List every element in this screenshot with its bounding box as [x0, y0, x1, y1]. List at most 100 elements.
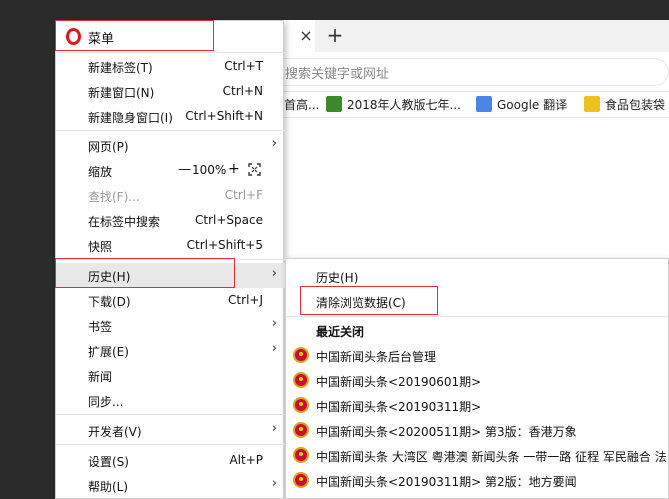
menu-item-new-private-window[interactable]: 新建隐身窗口(I) Ctrl+Shift+N [56, 104, 285, 129]
menu-divider [56, 259, 285, 260]
menu-item-shortcut: Ctrl+Shift+5 [186, 238, 263, 252]
bookmark-label: 2018年人教版七年... [347, 97, 461, 112]
menu-divider [56, 444, 285, 445]
menu-divider [56, 52, 285, 53]
chevron-right-icon: › [271, 341, 277, 356]
menu-divider [56, 130, 285, 131]
recent-item-label: 中国新闻头条<20200511期> 第3版：香港万象 [316, 425, 577, 439]
menu-item-label: 开发者(V) [88, 425, 142, 439]
recent-item[interactable]: 中国新闻头条<20190601期> [286, 368, 669, 393]
bookmark-label: 食品包装袋 [605, 97, 666, 112]
submenu-item-label: 历史(H) [316, 271, 359, 285]
menu-item-label: 查找(F)... [88, 190, 140, 204]
menu-item-new-window[interactable]: 新建窗口(N) Ctrl+N [56, 79, 285, 104]
menu-item-label: 下载(D) [88, 295, 131, 309]
menu-item-page[interactable]: 网页(P) › [56, 133, 285, 158]
menu-item-shortcut: Ctrl+T [224, 59, 263, 73]
menu-item-bookmarks[interactable]: 书签 › [56, 313, 285, 338]
menu-item-label: 新闻 [88, 370, 113, 384]
recent-item[interactable]: 中国新闻头条<20190311期> 第2版：地方要闻 [286, 468, 669, 493]
site-emblem-icon [293, 347, 309, 363]
tab-close-icon[interactable]: × [298, 26, 314, 46]
site-icon [584, 96, 600, 112]
submenu-item-label: 清除浏览数据(C) [316, 296, 406, 310]
zoom-in-button[interactable]: + [228, 161, 240, 177]
menu-item-shortcut: Alt+P [229, 453, 263, 467]
address-placeholder[interactable]: 搜索关键字或网址 [285, 63, 389, 82]
menu-item-label: 网页(P) [88, 140, 129, 154]
recent-item[interactable]: 中国新闻头条 大湾区 粤港澳 新闻头条 一带一路 征程 军民融合 法 [286, 443, 669, 468]
bookmark-label: Google 翻译 [497, 97, 568, 112]
fullscreen-icon[interactable] [248, 163, 261, 176]
submenu-item-history[interactable]: 历史(H) [286, 264, 669, 289]
menu-item-new-tab[interactable]: 新建标签(T) Ctrl+T [56, 54, 285, 79]
menu-item-label: 帮助(L) [88, 480, 129, 494]
menu-item-label: 缩放 [88, 165, 113, 179]
chevron-right-icon: › [271, 316, 277, 331]
menu-item-label: 新建窗口(N) [88, 86, 155, 100]
bookmark-item[interactable]: 首高... [284, 95, 319, 113]
menu-divider [56, 414, 285, 415]
recent-item-label: 中国新闻头条 大湾区 粤港澳 新闻头条 一带一路 征程 军民融合 法 [316, 450, 667, 464]
chevron-right-icon: › [271, 421, 277, 436]
site-emblem-icon [293, 372, 309, 388]
menu-item-label: 新建标签(T) [88, 61, 153, 75]
menu-item-label: 设置(S) [88, 455, 129, 469]
menu-item-label: 在标签中搜索 [88, 215, 161, 229]
menu-item-downloads[interactable]: 下载(D) Ctrl+J [56, 288, 285, 313]
menu-item-developer[interactable]: 开发者(V) › [56, 418, 285, 443]
new-tab-button[interactable]: + [326, 24, 344, 46]
recent-item-label: 中国新闻头条<20190311期> 第2版：地方要闻 [316, 475, 577, 489]
chevron-right-icon: › [271, 476, 277, 491]
menu-item-news[interactable]: 新闻 [56, 363, 285, 388]
menu-item-label: 历史(H) [88, 270, 131, 284]
menu-item-extensions[interactable]: 扩展(E) › [56, 338, 285, 363]
menu-item-settings[interactable]: 设置(S) Alt+P [56, 448, 285, 473]
menu-item-label: 快照 [88, 240, 113, 254]
menu-item-search-tabs[interactable]: 在标签中搜索 Ctrl+Space [56, 208, 285, 233]
menu-item-snapshot[interactable]: 快照 Ctrl+Shift+5 [56, 233, 285, 258]
submenu-heading-label: 最近关闭 [316, 325, 365, 339]
recent-item[interactable]: 中国新闻头条<20200511期> 第3版：香港万象 [286, 418, 669, 443]
green-site-icon [326, 96, 342, 112]
site-emblem-icon [293, 397, 309, 413]
submenu-item-clear-browsing-data[interactable]: 清除浏览数据(C) [286, 289, 669, 314]
menu-item-history[interactable]: 历史(H) › [56, 263, 285, 288]
menu-item-label: 书签 [88, 320, 113, 334]
opera-logo-icon [66, 28, 81, 45]
bookmark-label: 首高... [284, 97, 320, 112]
menu-item-label: 扩展(E) [88, 345, 129, 359]
main-menu: 菜单 新建标签(T) Ctrl+T 新建窗口(N) Ctrl+N 新建隐身窗口(… [55, 20, 285, 499]
menu-item-shortcut: Ctrl+Shift+N [185, 109, 263, 123]
zoom-out-button[interactable]: — [178, 162, 191, 177]
menu-item-shortcut: Ctrl+J [228, 293, 263, 307]
recent-item-label: 中国新闻头条<20190601期> [316, 375, 482, 389]
recently-closed-heading: 最近关闭 [286, 318, 669, 343]
site-emblem-icon [293, 422, 309, 438]
menu-item-sync[interactable]: 同步... [56, 388, 285, 413]
menu-item-label: 同步... [88, 395, 124, 409]
chevron-right-icon: › [271, 266, 277, 281]
menu-item-shortcut: Ctrl+Space [195, 213, 263, 227]
menu-item-shortcut: Ctrl+F [224, 188, 263, 202]
bookmark-item[interactable]: 2018年人教版七年... [326, 95, 461, 113]
recent-item[interactable]: 中国新闻头条后台管理 [286, 343, 669, 368]
submenu-divider [286, 316, 669, 317]
google-translate-icon [476, 96, 492, 112]
menu-item-zoom: 缩放 — 100% + [56, 158, 285, 183]
zoom-level: 100% [192, 163, 227, 177]
menu-title: 菜单 [88, 32, 115, 47]
site-emblem-icon [293, 447, 309, 463]
site-emblem-icon [293, 472, 309, 488]
menu-item-find[interactable]: 查找(F)... Ctrl+F [56, 183, 285, 208]
menu-header[interactable]: 菜单 [56, 21, 285, 52]
chevron-right-icon: › [271, 136, 277, 151]
recent-item-label: 中国新闻头条<20190311期> [316, 400, 482, 414]
menu-item-label: 新建隐身窗口(I) [88, 111, 173, 125]
menu-item-help[interactable]: 帮助(L) › [56, 473, 285, 498]
recent-item[interactable]: 中国新闻头条<20190311期> [286, 393, 669, 418]
bookmark-item[interactable]: Google 翻译 [476, 95, 567, 113]
recent-item-label: 中国新闻头条后台管理 [316, 350, 437, 364]
bookmark-item[interactable]: 食品包装袋 [584, 95, 665, 113]
history-submenu: 历史(H) 清除浏览数据(C) 最近关闭 中国新闻头条后台管理 中国新闻头条<2… [285, 258, 669, 499]
